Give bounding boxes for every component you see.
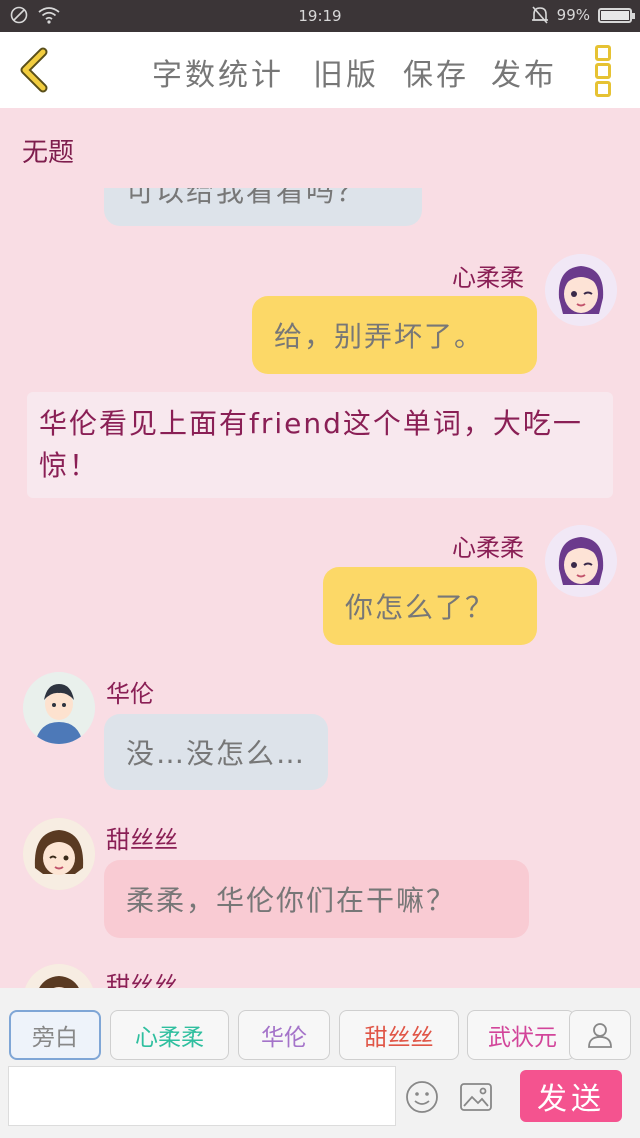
speaker-name: 心柔柔 bbox=[452, 264, 524, 292]
girl-purple-hair-icon bbox=[545, 525, 617, 597]
character-chip-xinrourou[interactable]: 心柔柔 bbox=[110, 1010, 229, 1060]
story-title: 无题 bbox=[22, 138, 75, 168]
avatar-hualun bbox=[23, 672, 95, 744]
message-bubble: 给，别弄坏了。 bbox=[252, 296, 537, 374]
message-bubble: 你怎么了？ bbox=[323, 567, 537, 645]
chip-label: 旁白 bbox=[32, 1025, 78, 1051]
chevron-left-icon bbox=[20, 47, 48, 93]
menu-dot bbox=[595, 63, 611, 79]
girl-brown-hair-icon bbox=[23, 818, 95, 890]
character-chip-hualun[interactable]: 华伦 bbox=[238, 1010, 330, 1060]
narration-block: 华伦看见上面有friend这个单词，大吃一惊！ bbox=[27, 392, 613, 498]
speaker-name: 心柔柔 bbox=[452, 534, 524, 562]
speaker-name: 甜丝丝 bbox=[106, 826, 178, 854]
more-menu-button[interactable] bbox=[595, 45, 613, 97]
chip-label: 甜丝丝 bbox=[364, 1025, 434, 1051]
person-icon bbox=[588, 1023, 612, 1048]
word-count-button[interactable]: 字数统计 bbox=[152, 50, 284, 94]
bell-muted-icon bbox=[531, 6, 548, 24]
status-icons-right: 99% bbox=[531, 5, 635, 25]
smiley-icon bbox=[406, 1081, 438, 1113]
emoji-button[interactable] bbox=[405, 1080, 439, 1114]
character-chip-tiansisi[interactable]: 甜丝丝 bbox=[339, 1010, 459, 1060]
top-toolbar: 字数统计 旧版 保存 发布 bbox=[0, 32, 640, 108]
avatar-xinrourou bbox=[545, 254, 617, 326]
menu-dot bbox=[595, 81, 611, 97]
old-version-button[interactable]: 旧版 bbox=[313, 50, 379, 94]
character-chip-wuzhuangyuan[interactable]: 武状元 bbox=[467, 1010, 575, 1060]
battery-level bbox=[601, 10, 629, 20]
image-icon bbox=[460, 1083, 492, 1111]
publish-button[interactable]: 发布 bbox=[491, 50, 557, 94]
battery-percent: 99% bbox=[556, 6, 590, 24]
chip-label: 心柔柔 bbox=[135, 1025, 204, 1051]
menu-dot bbox=[595, 45, 611, 61]
speaker-name: 华伦 bbox=[106, 680, 154, 708]
status-bar: 19:19 99% bbox=[0, 0, 640, 32]
message-bubble: 可以给我看看吗？ bbox=[104, 188, 422, 226]
chip-label: 武状元 bbox=[488, 1025, 557, 1051]
message-input[interactable] bbox=[8, 1066, 396, 1126]
back-button[interactable] bbox=[14, 46, 58, 94]
girl-purple-hair-icon bbox=[545, 254, 617, 326]
message-bubble: 柔柔，华伦你们在干嘛？ bbox=[104, 860, 529, 938]
avatar-xinrourou bbox=[545, 525, 617, 597]
composer-bar: 旁白 心柔柔 华伦 甜丝丝 武状元 发送 bbox=[0, 988, 640, 1138]
image-button[interactable] bbox=[459, 1082, 493, 1112]
character-chip-narrator[interactable]: 旁白 bbox=[9, 1010, 101, 1060]
avatar-tiansisi bbox=[23, 964, 95, 988]
battery-icon bbox=[598, 7, 635, 23]
avatar-tiansisi bbox=[23, 818, 95, 890]
character-manage-button[interactable] bbox=[569, 1010, 631, 1060]
chat-area[interactable]: 可以给我看看吗？ 心柔柔 给，别弄坏了。 华伦看见上面有friend这个单词，大… bbox=[0, 188, 640, 988]
save-button[interactable]: 保存 bbox=[403, 50, 469, 94]
send-button[interactable]: 发送 bbox=[520, 1070, 622, 1122]
chip-label: 华伦 bbox=[261, 1025, 307, 1051]
girl-brown-hair-icon bbox=[25, 964, 93, 988]
boy-blue-outfit-icon bbox=[23, 672, 95, 744]
message-bubble: 没…没怎么… bbox=[104, 714, 328, 790]
speaker-name: 甜丝丝 bbox=[106, 972, 178, 988]
